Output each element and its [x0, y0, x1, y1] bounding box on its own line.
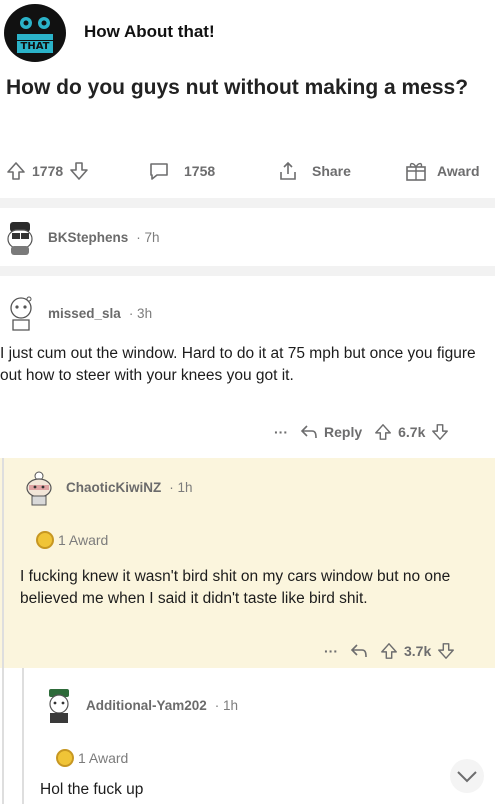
channel-logo[interactable]: THAT [4, 4, 66, 62]
logo-strip [17, 34, 53, 40]
award-icon [56, 749, 74, 767]
award-badge-row[interactable]: 1 Award [36, 531, 108, 549]
share-icon [280, 161, 296, 180]
reply-icon[interactable] [350, 643, 368, 659]
comment-body: Hol the fuck up [40, 781, 144, 798]
comment-header: BKStephens · 7h [2, 218, 160, 256]
share-button[interactable]: Share [278, 160, 351, 182]
more-options-icon[interactable]: ··· [324, 643, 338, 659]
comment-header: Additional-Yam202 · 1h [40, 686, 238, 724]
avatar[interactable] [40, 686, 78, 724]
post-action-bar: 1778 1758 Share Award [0, 150, 495, 190]
avatar[interactable] [2, 218, 40, 256]
section-divider [0, 266, 495, 276]
chevron-down-icon[interactable] [449, 758, 485, 794]
channel-name[interactable]: How About that! [84, 22, 215, 42]
award-icon [36, 531, 54, 549]
gift-icon [406, 162, 426, 181]
share-label: Share [312, 163, 351, 179]
thread-line [22, 668, 24, 804]
more-options-icon[interactable]: ··· [274, 424, 288, 440]
eyes-icon [20, 17, 50, 29]
comment-username[interactable]: Additional-Yam202 [86, 698, 207, 713]
reply-icon [300, 425, 317, 439]
upvote-icon[interactable] [6, 161, 26, 181]
comment-actions: ··· Reply 6.7k [274, 423, 449, 441]
award-count: 1 Award [78, 750, 129, 766]
comment-header: missed_sla · 3h [2, 294, 152, 332]
comment-vote-count: 6.7k [398, 424, 426, 440]
downvote-icon[interactable] [69, 161, 89, 181]
downvote-icon[interactable] [431, 423, 449, 441]
reply-label: Reply [324, 424, 363, 440]
comments-button[interactable]: 1758 [148, 160, 215, 182]
award-button[interactable]: Award [405, 160, 480, 182]
award-count: 1 Award [58, 532, 109, 548]
comment-vote-count: 3.7k [404, 643, 432, 659]
avatar[interactable] [20, 468, 58, 506]
channel-header: THAT How About that! [0, 0, 495, 64]
comment-icon [150, 163, 168, 180]
comment-count: 1758 [184, 163, 216, 179]
reply-button[interactable]: Reply [300, 424, 362, 440]
comment-time: · 1h [214, 697, 239, 713]
comment-username[interactable]: ChaoticKiwiNZ [66, 480, 161, 495]
thread-line [2, 458, 4, 804]
section-divider [0, 198, 495, 208]
comment-time: · 7h [136, 229, 160, 245]
upvote-icon[interactable] [374, 423, 392, 441]
award-label: Award [437, 163, 480, 179]
comment-time: · 3h [128, 305, 153, 321]
comment-username[interactable]: missed_sla [48, 306, 121, 321]
logo-text: THAT [17, 41, 53, 53]
vote-group: 3.7k [380, 642, 455, 660]
vote-group: 6.7k [374, 423, 449, 441]
award-badge-row[interactable]: 1 Award [56, 749, 128, 767]
post-vote-count: 1778 [32, 163, 64, 179]
downvote-icon[interactable] [437, 642, 455, 660]
comment-header: ChaoticKiwiNZ · 1h [20, 468, 193, 506]
comment-body: I fucking knew it wasn't bird shit on my… [20, 568, 451, 607]
comment-username[interactable]: BKStephens [48, 230, 128, 245]
upvote-icon[interactable] [380, 642, 398, 660]
comment-actions: ··· 3.7k [324, 642, 455, 660]
comment-time: · 1h [169, 479, 193, 495]
comment-body: I just cum out the window. Hard to do it… [0, 345, 476, 384]
vote-group: 1778 [6, 160, 89, 182]
avatar[interactable] [2, 294, 40, 332]
post-title: How do you guys nut without making a mes… [6, 76, 469, 99]
